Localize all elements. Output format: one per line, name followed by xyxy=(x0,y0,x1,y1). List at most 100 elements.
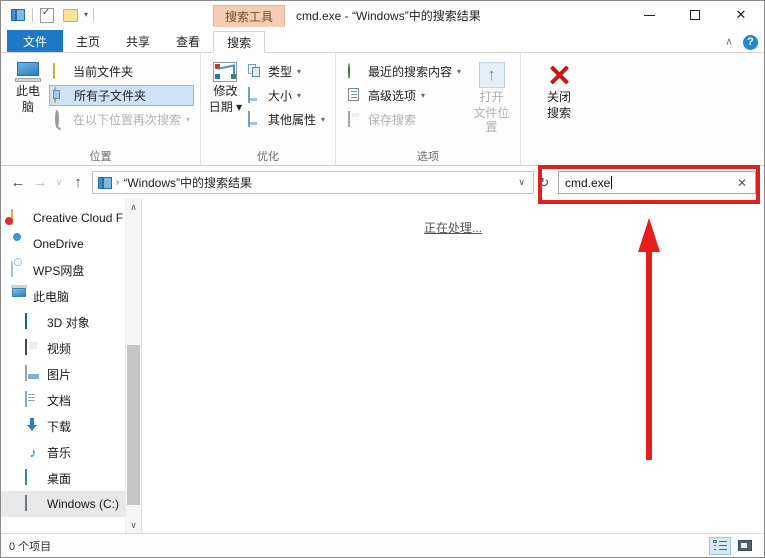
sidebar-item-documents[interactable]: 文档 xyxy=(1,387,141,413)
calendar-icon xyxy=(213,62,238,82)
sidebar-item-desktop[interactable]: 桌面 xyxy=(1,465,141,491)
navigation-pane-scrollbar[interactable]: ∧ ∨ xyxy=(125,199,141,533)
save-icon xyxy=(348,110,364,128)
chevron-down-icon: ▾ xyxy=(185,114,190,124)
title-bar: ▾ 搜索工具 cmd.exe - “Windows”中的搜索结果 ✕ xyxy=(1,1,764,29)
recent-searches-button[interactable]: 最近的搜索内容 ▾ xyxy=(344,61,465,82)
sidebar-item-creative-cloud[interactable]: Creative Cloud F xyxy=(1,205,141,231)
sidebar-item-label: 桌面 xyxy=(47,471,72,486)
tab-file[interactable]: 文件 xyxy=(7,30,64,52)
search-icon xyxy=(53,109,69,128)
current-folder-label: 当前文件夹 xyxy=(72,65,133,79)
all-subfolders-button[interactable]: 所有子文件夹 xyxy=(48,85,194,106)
sidebar-item-label: 图片 xyxy=(47,367,72,382)
sidebar-item-label: WPS网盘 xyxy=(33,263,85,278)
close-search-label-line1: 关闭 xyxy=(546,90,571,104)
new-folder-icon[interactable] xyxy=(61,6,79,24)
open-location-label-line2: 文件位置 xyxy=(473,106,510,134)
search-again-in-button[interactable]: 在以下位置再次搜索 ▾ xyxy=(49,109,194,130)
recent-searches-label: 最近的搜索内容 xyxy=(368,65,453,79)
desktop-icon xyxy=(25,469,41,486)
file-explorer-window: ▾ 搜索工具 cmd.exe - “Windows”中的搜索结果 ✕ 文件 主页… xyxy=(0,0,765,558)
onedrive-icon xyxy=(11,236,27,252)
ribbon-group-options: 最近的搜索内容 ▾ 高级选项 ▾ 保存搜索 打开 xyxy=(336,53,521,165)
help-icon[interactable]: ? xyxy=(743,35,758,50)
sidebar-item-this-pc[interactable]: 此电脑 xyxy=(1,283,141,309)
size-button[interactable]: 大小 ▾ xyxy=(244,85,329,106)
refresh-button[interactable]: ↻ xyxy=(534,175,554,191)
properties-icon[interactable] xyxy=(38,6,56,24)
pictures-icon xyxy=(25,365,41,382)
scroll-up-icon[interactable]: ∧ xyxy=(130,199,137,215)
save-search-button[interactable]: 保存搜索 xyxy=(344,109,465,130)
chevron-up-icon[interactable]: ∧ xyxy=(725,37,733,48)
other-properties-label: 其他属性 xyxy=(267,113,316,127)
subfolder-icon xyxy=(53,86,70,104)
forward-button[interactable]: → xyxy=(29,171,51,195)
copy-icon xyxy=(248,64,264,80)
up-button[interactable]: ↑ xyxy=(67,171,89,195)
recent-locations-button[interactable]: ∨ xyxy=(51,171,67,195)
search-input[interactable]: cmd.exe ✕ xyxy=(558,171,756,194)
processing-status: 正在处理... xyxy=(423,221,483,235)
scroll-down-icon[interactable]: ∨ xyxy=(130,517,137,533)
advanced-options-button[interactable]: 高级选项 ▾ xyxy=(344,85,465,106)
sidebar-item-3d-objects[interactable]: 3D 对象 xyxy=(1,309,141,335)
sidebar-item-music[interactable]: ♪ 音乐 xyxy=(1,439,141,465)
view-mode-buttons xyxy=(709,536,756,555)
document-icon xyxy=(247,110,264,128)
sidebar-item-wps-cloud[interactable]: WPS网盘 xyxy=(1,257,141,283)
scrollbar-thumb[interactable] xyxy=(127,344,140,505)
maximize-button[interactable] xyxy=(672,1,718,29)
tab-search[interactable]: 搜索 xyxy=(213,31,266,53)
open-file-location-button[interactable]: 打开 文件位置 xyxy=(469,58,514,134)
tab-share[interactable]: 共享 xyxy=(113,30,163,52)
this-pc-button[interactable]: 此电 脑 xyxy=(7,58,49,114)
address-bar[interactable]: › “Windows”中的搜索结果 ∨ xyxy=(92,171,534,194)
file-list-area[interactable]: 正在处理... xyxy=(141,199,764,533)
date-modified-button[interactable]: 修改 日期 ▾ xyxy=(207,58,244,114)
explorer-icon xyxy=(98,176,112,189)
quick-access-toolbar: ▾ xyxy=(1,1,95,29)
current-folder-button[interactable]: 当前文件夹 xyxy=(49,61,194,82)
toolbar-divider xyxy=(32,8,33,22)
sidebar-item-downloads[interactable]: 下载 xyxy=(1,413,141,439)
close-button[interactable]: ✕ xyxy=(718,1,764,29)
sidebar-item-onedrive[interactable]: OneDrive xyxy=(1,231,141,257)
scrollbar-track[interactable] xyxy=(127,215,140,517)
close-search-button[interactable]: 关闭 搜索 xyxy=(532,58,586,120)
explorer-icon[interactable] xyxy=(9,6,27,24)
sidebar-item-label: Windows (C:) xyxy=(47,497,120,511)
downloads-icon xyxy=(25,418,41,434)
tab-home[interactable]: 主页 xyxy=(63,30,113,52)
ribbon-group-location: 此电 脑 当前文件夹 所有子文件夹 在以下位置再次搜索 ▾ 位置 xyxy=(1,53,201,165)
sidebar-item-windows-c[interactable]: Windows (C:) xyxy=(1,491,141,517)
sidebar-item-videos[interactable]: 视频 xyxy=(1,335,141,361)
date-modified-label-line1: 修改 xyxy=(213,84,238,98)
sidebar-item-label: 文档 xyxy=(47,393,72,408)
sidebar-item-label: Creative Cloud F xyxy=(33,211,124,225)
document-icon xyxy=(247,86,264,104)
ribbon-group-close-search: 关闭 搜索 xyxy=(521,53,597,165)
kind-button[interactable]: 类型 ▾ xyxy=(244,61,329,82)
chevron-down-icon[interactable]: ∨ xyxy=(510,177,533,188)
details-view-icon[interactable] xyxy=(709,536,731,555)
back-button[interactable]: ← xyxy=(7,171,29,195)
chevron-down-icon: ▾ xyxy=(296,90,301,100)
clear-search-icon[interactable]: ✕ xyxy=(729,176,755,190)
chevron-down-icon: ▾ xyxy=(421,90,426,100)
sidebar-item-pictures[interactable]: 图片 xyxy=(1,361,141,387)
minimize-button[interactable] xyxy=(626,1,672,29)
other-properties-button[interactable]: 其他属性 ▾ xyxy=(244,109,329,130)
ribbon-controls: ∧ ? xyxy=(725,35,758,50)
documents-icon xyxy=(25,391,41,408)
ribbon-group-label-refine: 优化 xyxy=(257,151,279,163)
tab-view[interactable]: 查看 xyxy=(163,30,213,52)
large-icons-view-icon[interactable] xyxy=(734,537,756,555)
navigation-pane: Creative Cloud F OneDrive WPS网盘 此电脑 3D 对… xyxy=(1,199,141,533)
chevron-down-icon[interactable]: ▾ xyxy=(84,11,88,19)
address-bar-row: ← → ∨ ↑ › “Windows”中的搜索结果 ∨ ↻ cmd.exe ✕ xyxy=(1,166,764,199)
chevron-down-icon: ▾ xyxy=(457,66,462,76)
videos-icon xyxy=(25,339,41,356)
save-search-label: 保存搜索 xyxy=(368,113,417,127)
